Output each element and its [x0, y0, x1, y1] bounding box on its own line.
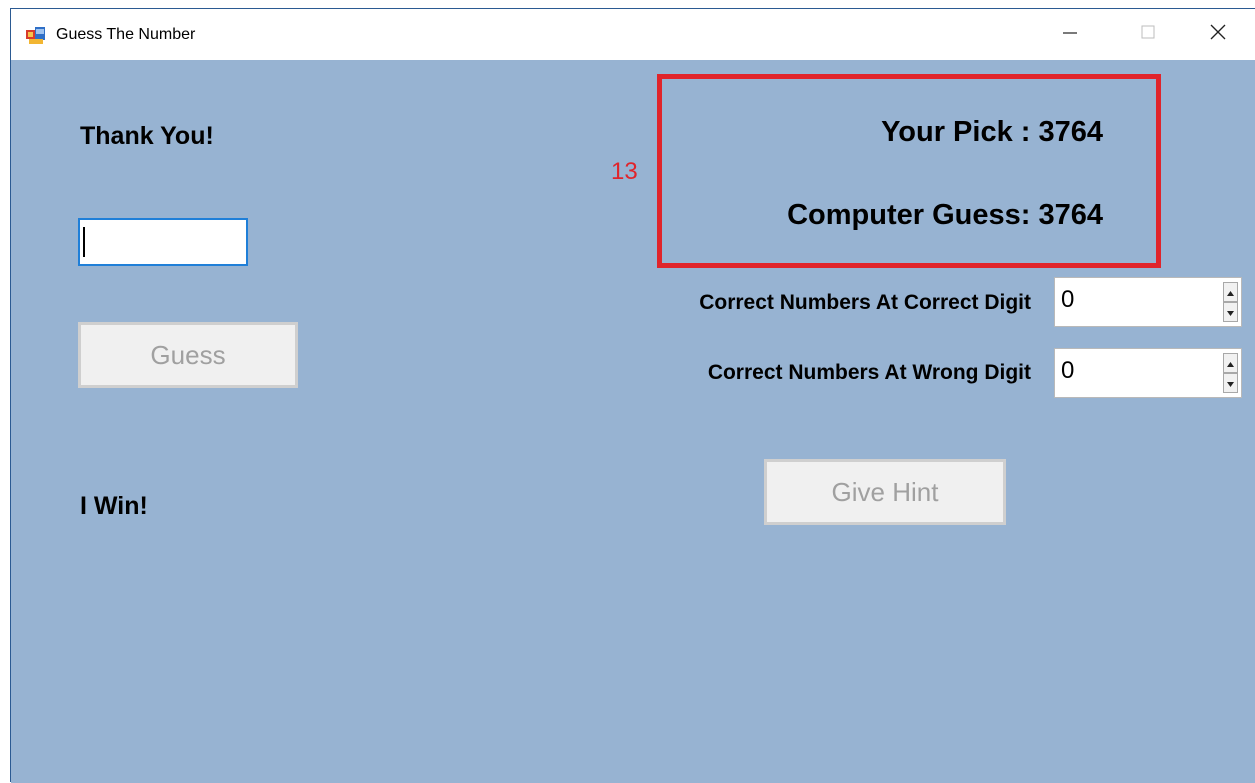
highlight-box: [657, 74, 1161, 268]
wrong-digit-label: Correct Numbers At Wrong Digit: [707, 361, 1031, 384]
correct-digit-down-button[interactable]: [1223, 302, 1238, 322]
thank-you-label: Thank You!: [80, 122, 214, 150]
title-bar[interactable]: Guess The Number: [11, 9, 1255, 60]
wrong-digit-value[interactable]: 0: [1061, 357, 1074, 385]
close-button[interactable]: [1191, 9, 1245, 60]
arrow-up-icon: [1227, 283, 1234, 301]
arrow-down-icon: [1227, 374, 1234, 392]
result-label: I Win!: [80, 492, 148, 520]
annotation-counter: 13: [611, 158, 638, 185]
maximize-button: [1121, 9, 1175, 60]
correct-digit-up-button[interactable]: [1223, 282, 1238, 302]
wrong-digit-up-button[interactable]: [1223, 353, 1238, 373]
window-title: Guess The Number: [56, 26, 196, 43]
arrow-up-icon: [1227, 354, 1234, 372]
arrow-down-icon: [1227, 303, 1234, 321]
client-area: Thank You! Guess I Win! 13 Your Pick : 3…: [11, 60, 1255, 783]
computer-guess-label: Computer Guess: 3764: [787, 199, 1103, 231]
app-window: Guess The Number Thank You! Guess I Win!…: [10, 8, 1255, 783]
give-hint-button[interactable]: Give Hint: [764, 459, 1006, 525]
correct-digit-label: Correct Numbers At Correct Digit: [699, 291, 1031, 314]
text-caret: [83, 227, 85, 257]
minimize-button[interactable]: [1043, 9, 1097, 60]
wrong-digit-down-button[interactable]: [1223, 373, 1238, 393]
guess-input[interactable]: [78, 218, 248, 266]
maximize-icon: [1141, 25, 1155, 44]
guess-button[interactable]: Guess: [78, 322, 298, 388]
minimize-icon: [1063, 25, 1077, 44]
your-pick-label: Your Pick : 3764: [881, 116, 1103, 148]
wrong-digit-spinner[interactable]: 0: [1054, 348, 1242, 398]
correct-digit-spinner[interactable]: 0: [1054, 277, 1242, 327]
correct-digit-value[interactable]: 0: [1061, 286, 1074, 314]
app-icon: [26, 27, 45, 44]
close-icon: [1210, 24, 1226, 45]
